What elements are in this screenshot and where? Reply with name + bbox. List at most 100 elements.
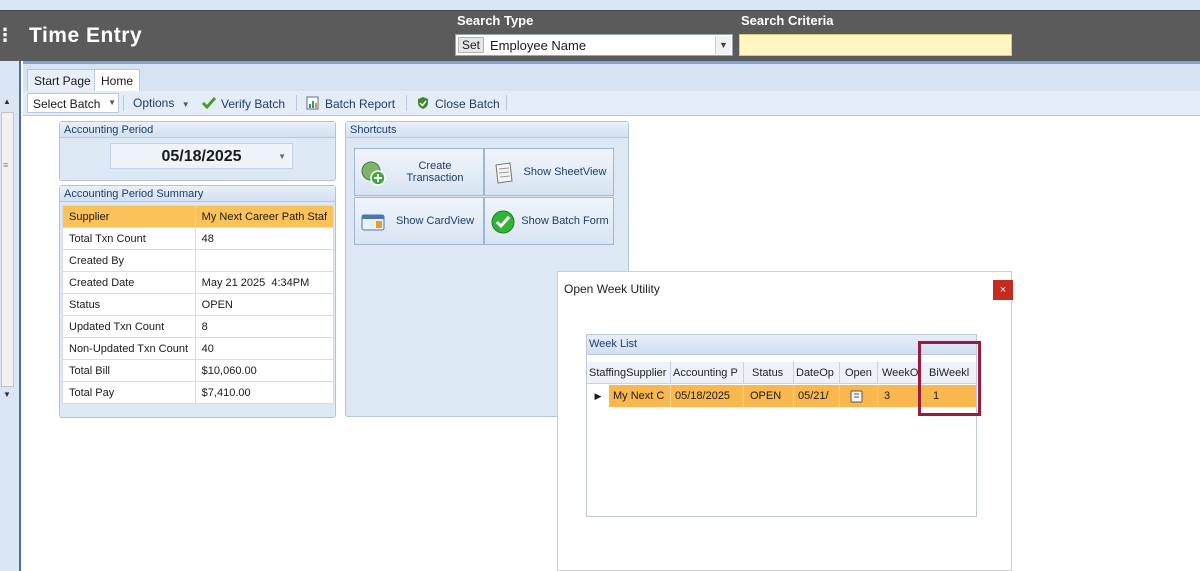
accounting-period-date: 05/18/2025 bbox=[161, 148, 242, 165]
summary-key: Status bbox=[62, 293, 196, 316]
toolbar-divider bbox=[506, 95, 507, 111]
summary-key: Total Bill bbox=[62, 359, 196, 382]
toolbar-divider bbox=[123, 95, 124, 111]
table-row[interactable]: Total Txn Count 48 bbox=[62, 227, 335, 250]
summary-value: May 21 2025 4:34PM bbox=[194, 271, 335, 294]
cell-status[interactable]: OPEN bbox=[744, 385, 794, 407]
checkmark-icon bbox=[201, 97, 217, 110]
create-transaction-label: Create Transaction bbox=[406, 160, 464, 184]
summary-value: My Next Career Path Staf bbox=[194, 205, 335, 228]
summary-panel: Accounting Period Summary Supplier My Nex… bbox=[59, 185, 336, 418]
cell-open[interactable] bbox=[840, 385, 878, 407]
search-type-value: Employee Name bbox=[490, 38, 587, 53]
dialog-title: Open Week Utility bbox=[564, 282, 660, 296]
verify-batch-label: Verify Batch bbox=[221, 97, 286, 111]
row-indicator-icon: ▶ bbox=[587, 385, 609, 407]
tab-start-page[interactable]: Start Page bbox=[27, 69, 98, 91]
sheet-icon bbox=[495, 162, 513, 184]
card-icon bbox=[361, 214, 385, 231]
column-header-open[interactable]: Open bbox=[840, 362, 878, 384]
chevron-down-icon[interactable]: ▼ bbox=[715, 36, 731, 54]
options-label: Options bbox=[133, 96, 175, 110]
summary-key: Created By bbox=[62, 249, 196, 272]
shortcuts-header: Shortcuts bbox=[346, 122, 628, 138]
create-transaction-button[interactable]: Create Transaction bbox=[354, 148, 484, 196]
summary-key: Created Date bbox=[62, 271, 196, 294]
summary-value bbox=[194, 249, 335, 272]
report-icon bbox=[306, 96, 319, 110]
chevron-down-icon: ▼ bbox=[108, 98, 116, 107]
select-batch-label: Select Batch bbox=[33, 97, 101, 111]
search-criteria-input[interactable] bbox=[739, 34, 1012, 56]
summary-header: Accounting Period Summary bbox=[60, 186, 335, 202]
scroll-down-icon[interactable]: ▼ bbox=[0, 390, 14, 404]
show-cardview-label: Show CardView bbox=[395, 215, 475, 227]
summary-value: 40 bbox=[194, 337, 335, 360]
batch-report-button[interactable]: Batch Report bbox=[305, 96, 395, 111]
scroll-grip-icon[interactable]: ≡ bbox=[3, 160, 12, 172]
search-type-select[interactable]: Set Employee Name ▼ bbox=[455, 34, 733, 56]
menu-icon[interactable]: ⋮ bbox=[0, 25, 14, 45]
summary-key: Total Txn Count bbox=[62, 227, 196, 250]
toolbar: Select Batch ▼ Options ▼ Verify Batch Ba… bbox=[23, 91, 1200, 116]
column-header-accounting-period[interactable]: Accounting P bbox=[671, 362, 744, 384]
tab-home[interactable]: Home bbox=[94, 69, 141, 91]
top-strip bbox=[0, 0, 1200, 10]
search-criteria-label: Search Criteria bbox=[741, 13, 834, 28]
select-batch-dropdown[interactable]: Select Batch ▼ bbox=[27, 93, 119, 113]
verify-batch-button[interactable]: Verify Batch bbox=[201, 96, 285, 111]
column-header-week-of[interactable]: WeekO bbox=[878, 362, 919, 384]
batch-report-label: Batch Report bbox=[325, 97, 396, 111]
column-header-date-opened[interactable]: DateOp bbox=[794, 362, 840, 384]
table-row[interactable]: Total Bill $10,060.00 bbox=[62, 359, 335, 382]
summary-key: Non-Updated Txn Count bbox=[62, 337, 196, 360]
summary-value: OPEN bbox=[194, 293, 335, 316]
summary-value: 8 bbox=[194, 315, 335, 338]
cell-supplier[interactable]: My Next C bbox=[609, 385, 671, 407]
check-circle-icon bbox=[491, 210, 515, 234]
summary-key: Supplier bbox=[62, 205, 196, 228]
title-bar: ⋮ Time Entry Search Type Search Criteria… bbox=[0, 10, 1200, 61]
close-button[interactable]: × bbox=[993, 280, 1013, 300]
summary-key: Total Pay bbox=[62, 381, 196, 404]
cell-date-opened[interactable]: 05/21/ bbox=[794, 385, 840, 407]
annotation-highlight-box bbox=[918, 341, 981, 416]
table-row[interactable]: Status OPEN bbox=[62, 293, 335, 316]
table-row[interactable]: Non-Updated Txn Count 40 bbox=[62, 337, 335, 360]
summary-key: Updated Txn Count bbox=[62, 315, 196, 338]
table-row[interactable]: Supplier My Next Career Path Staf bbox=[62, 205, 335, 228]
chevron-down-icon[interactable]: ▼ bbox=[278, 152, 286, 161]
options-menu[interactable]: Options ▼ bbox=[133, 96, 190, 110]
show-batch-form-label: Show Batch Form bbox=[521, 215, 609, 227]
table-row[interactable]: Total Pay $7,410.00 bbox=[62, 381, 335, 404]
show-sheetview-button[interactable]: Show SheetView bbox=[484, 148, 614, 196]
left-scrollbar[interactable] bbox=[1, 112, 14, 387]
app-title: Time Entry bbox=[29, 24, 143, 47]
table-row[interactable]: Updated Txn Count 8 bbox=[62, 315, 335, 338]
close-batch-button[interactable]: Close Batch bbox=[415, 96, 500, 111]
summary-value: $7,410.00 bbox=[194, 381, 335, 404]
toolbar-divider bbox=[406, 95, 407, 111]
add-globe-icon bbox=[361, 161, 386, 186]
accounting-period-panel: Accounting Period 05/18/2025 ▼ bbox=[59, 121, 336, 181]
scroll-up-icon[interactable]: ▲ bbox=[0, 97, 14, 111]
accounting-period-header: Accounting Period bbox=[60, 122, 335, 138]
table-row[interactable]: Created By bbox=[62, 249, 335, 272]
search-type-label: Search Type bbox=[457, 13, 534, 28]
summary-value: $10,060.00 bbox=[194, 359, 335, 382]
chevron-down-icon: ▼ bbox=[181, 100, 190, 109]
summary-table: Supplier My Next Career Path Staf Total T… bbox=[62, 205, 335, 404]
set-button[interactable]: Set bbox=[458, 37, 485, 53]
accounting-period-date-picker[interactable]: 05/18/2025 ▼ bbox=[110, 143, 293, 169]
cell-week-of[interactable]: 3 bbox=[878, 385, 919, 407]
show-batch-form-button[interactable]: Show Batch Form bbox=[484, 197, 614, 245]
toolbar-divider bbox=[296, 95, 297, 111]
show-sheetview-label: Show SheetView bbox=[523, 166, 607, 178]
table-row[interactable]: Created Date May 21 2025 4:34PM bbox=[62, 271, 335, 294]
column-header-status[interactable]: Status bbox=[744, 362, 794, 384]
cell-accounting-period[interactable]: 05/18/2025 bbox=[671, 385, 744, 407]
column-header-staffing-supplier[interactable]: StaffingSupplier bbox=[587, 362, 671, 384]
show-cardview-button[interactable]: Show CardView bbox=[354, 197, 484, 245]
summary-value: 48 bbox=[194, 227, 335, 250]
close-batch-label: Close Batch bbox=[435, 97, 500, 111]
